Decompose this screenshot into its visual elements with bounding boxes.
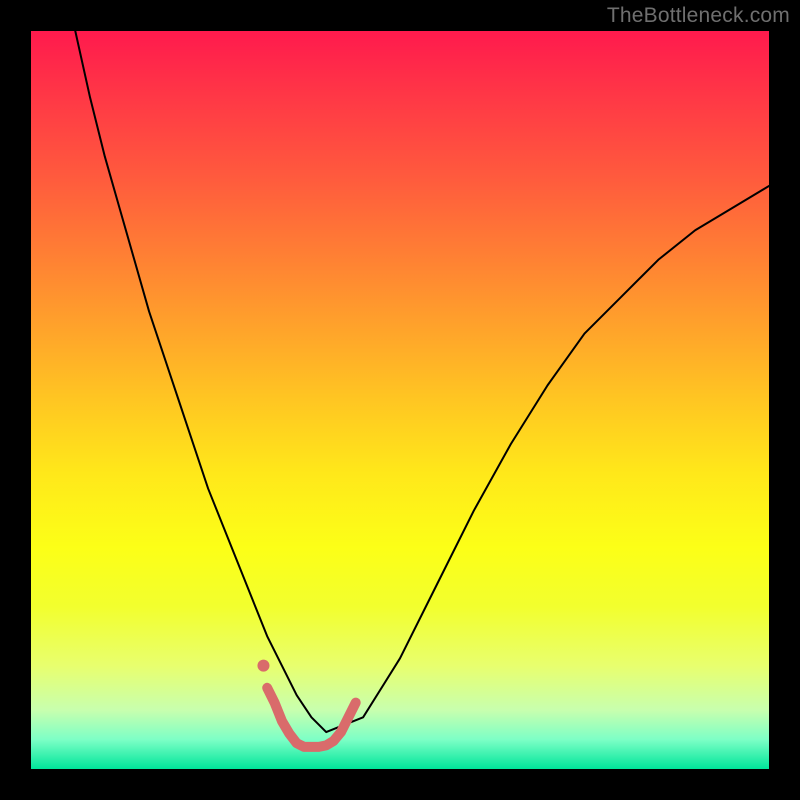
chart-svg (31, 31, 769, 769)
plot-area (31, 31, 769, 769)
watermark-text: TheBottleneck.com (607, 4, 790, 28)
highlight-dot (257, 660, 269, 672)
bottleneck-curve (75, 31, 769, 732)
chart-frame: TheBottleneck.com (0, 0, 800, 800)
